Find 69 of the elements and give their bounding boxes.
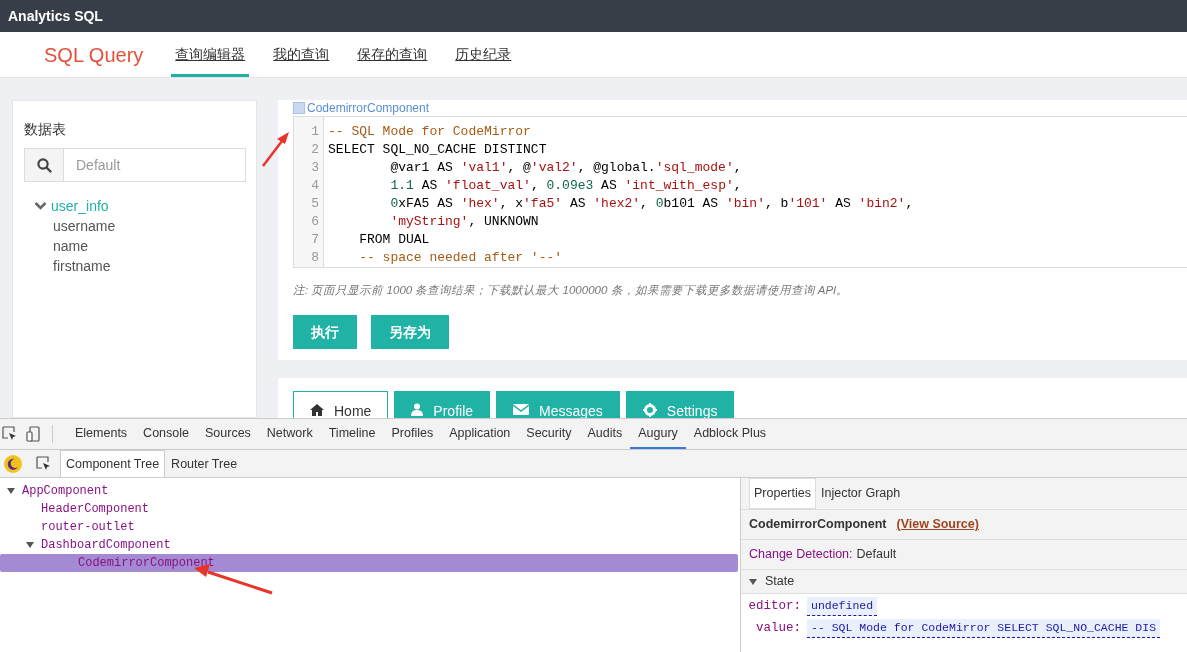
component-overlay-label: CodemirrorComponent	[307, 101, 430, 115]
inspect-icon[interactable]	[2, 426, 18, 442]
code-line: @var1 AS 'val1', @'val2', @global.'sql_mode',	[389, 159, 743, 177]
devtools-tab[interactable]: Application	[441, 419, 519, 449]
section-title: State	[765, 573, 795, 591]
search-icon	[36, 157, 52, 173]
highlight-marker	[293, 102, 305, 114]
line-number: 4	[310, 177, 320, 195]
envelope-icon	[513, 403, 530, 417]
nav-tab[interactable]: 我的查询	[269, 32, 334, 77]
property-key: editor:	[741, 597, 807, 616]
devtools-tab[interactable]: Security	[518, 419, 580, 449]
column-name: username	[52, 217, 117, 236]
panel-tab[interactable]: Injector Graph	[816, 478, 906, 509]
column-name: firstname	[52, 257, 112, 276]
app-title: Analytics SQL	[0, 0, 1187, 32]
property-value[interactable]: undefined	[807, 597, 878, 616]
code-line: 'myString', UNKNOWN	[389, 213, 540, 231]
nav-tab[interactable]: 保存的查询	[353, 32, 432, 77]
tree-row[interactable]: router-outlet	[0, 518, 740, 536]
tree-row[interactable]: DashboardComponent	[0, 536, 740, 554]
tree-row[interactable]: HeaderComponent	[0, 500, 740, 518]
nav-tab[interactable]: 历史纪录	[451, 32, 516, 77]
devtools-tab[interactable]: Console	[135, 419, 197, 449]
devtools-tab[interactable]: Network	[258, 419, 321, 449]
line-number: 1	[310, 123, 320, 141]
code-line: 0xFA5 AS 'hex', x'fa5' AS 'hex2', 0b101 AS 'bin', b'101' AS 'bin2',	[389, 195, 914, 213]
devtools-tab[interactable]: Adblock Plus	[685, 419, 775, 449]
code-line: 1.1 AS 'float_val', 0.09e3 AS 'int_with_esp',	[389, 177, 743, 195]
user-icon	[411, 403, 424, 417]
line-number: 6	[310, 213, 320, 231]
select-element-icon[interactable]	[36, 455, 52, 472]
expanded-triangle-icon	[7, 487, 15, 495]
column-name: name	[52, 237, 90, 256]
line-number: 3	[310, 159, 320, 177]
panel-tab[interactable]: Properties	[749, 478, 816, 509]
panel-tab[interactable]: Component Tree	[60, 450, 166, 477]
tree-row[interactable]: AppComponent	[0, 482, 740, 500]
brand-title: SQL Query	[44, 42, 144, 68]
moon-icon[interactable]	[4, 454, 22, 473]
property-key: value:	[741, 619, 807, 638]
annotation-arrow	[262, 132, 289, 167]
change-detection-label: Change Detection:	[749, 546, 853, 564]
devtools-tab[interactable]: Profiles	[383, 419, 442, 449]
panel-tab[interactable]: Router Tree	[165, 450, 244, 477]
property-value[interactable]: -- SQL Mode for CodeMirror SELECT SQL_NO_CACHE DIS	[807, 619, 1161, 638]
line-number: 5	[310, 195, 320, 213]
expanded-triangle-icon	[26, 541, 34, 549]
devtools-tab[interactable]: Timeline	[320, 419, 384, 449]
devtools-tab[interactable]: Audits	[579, 419, 631, 449]
note-text: 注: 页面只显示前 1000 条查询结果；下载默认最大 1000000 条，如果需要下载更多数据请使用查询 API。	[293, 283, 850, 298]
home-icon	[310, 403, 324, 417]
code-editor[interactable]	[293, 116, 1187, 268]
panel-title: 数据表	[24, 120, 67, 139]
change-detection-value: Default	[856, 546, 897, 564]
component-name: CodemirrorComponent	[749, 516, 887, 534]
line-number: 2	[310, 141, 320, 159]
device-mode-icon[interactable]	[26, 426, 42, 442]
code-line: -- space needed after '--'	[358, 249, 564, 267]
line-number: 7	[310, 231, 320, 249]
code-line: FROM DUAL	[358, 231, 431, 249]
line-number: 8	[310, 249, 320, 267]
content-tab[interactable]: Home	[293, 391, 389, 418]
devtools-tab[interactable]: Sources	[197, 419, 259, 449]
view-source-link[interactable]: (View Source)	[896, 515, 979, 534]
devtools-tab[interactable]: Elements	[67, 419, 136, 449]
code-line: SELECT SQL_NO_CACHE DISTINCT	[328, 141, 548, 159]
search-field[interactable]: Default	[64, 148, 246, 182]
code-line: -- SQL Mode for CodeMirror	[328, 123, 532, 141]
